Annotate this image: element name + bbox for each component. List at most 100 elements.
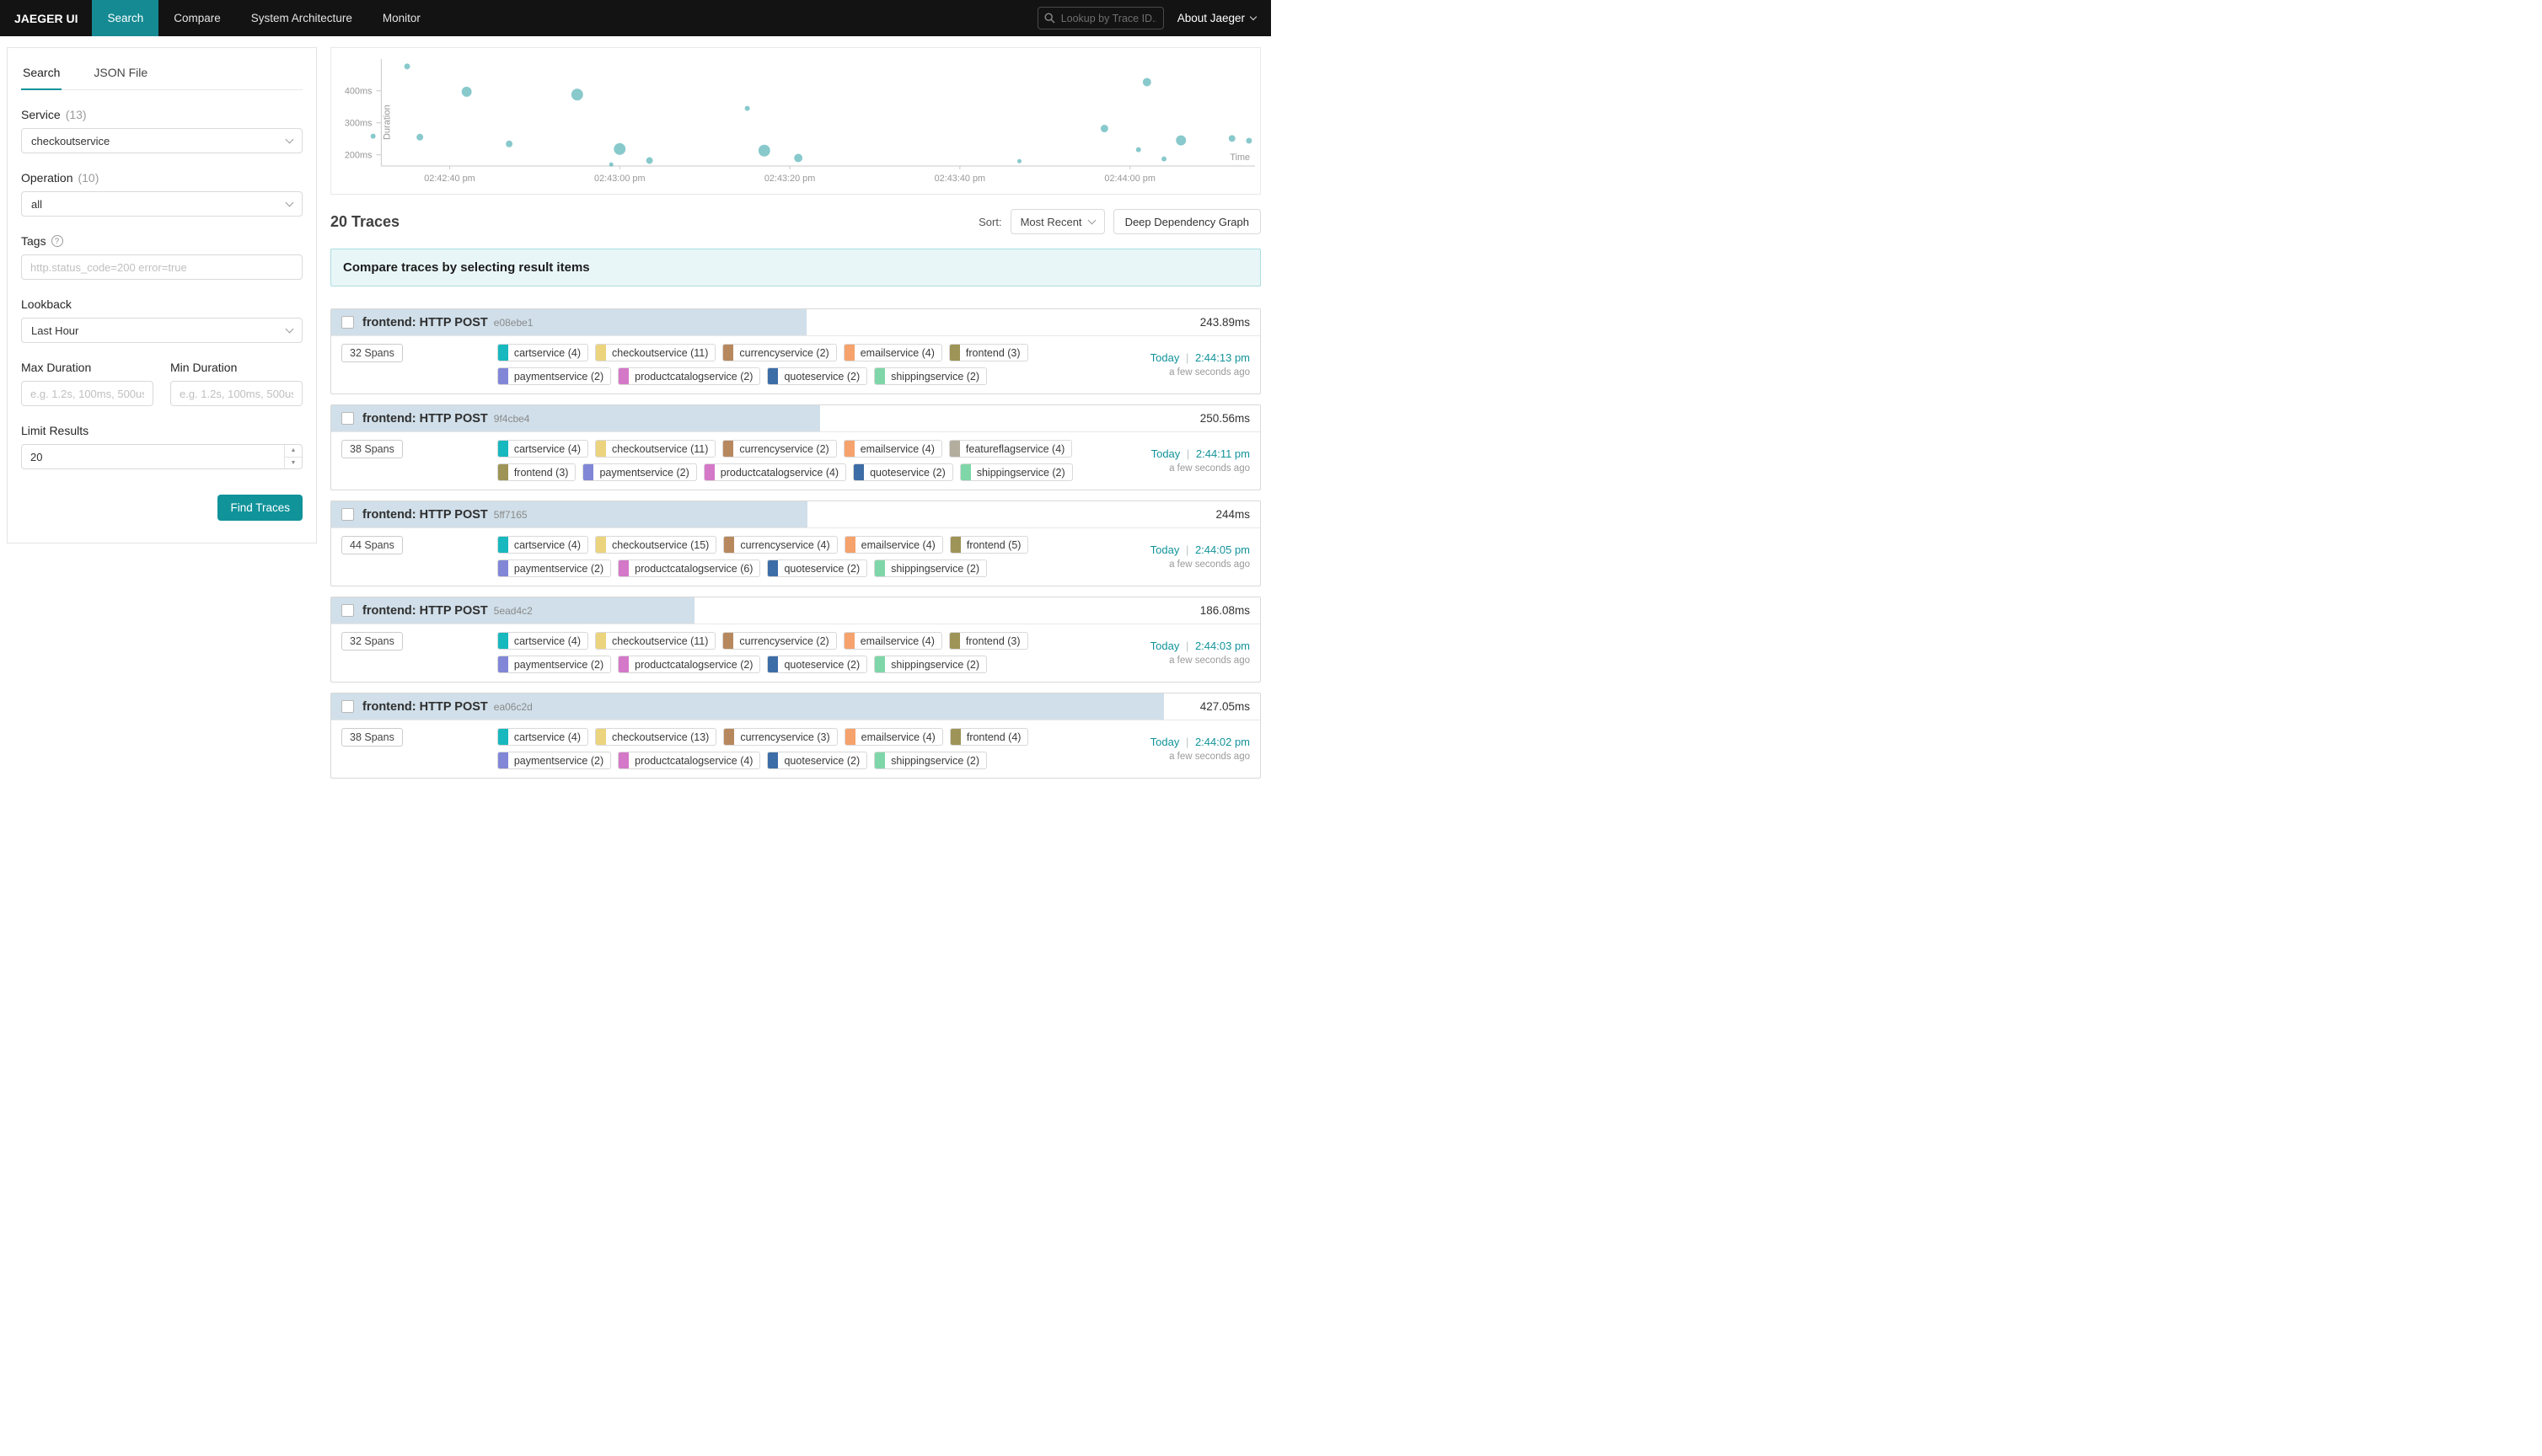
scatter-point[interactable] — [1161, 157, 1166, 162]
min-duration-input[interactable] — [170, 381, 303, 406]
service-chip-label: shippingservice (2) — [885, 368, 986, 384]
trace-title: frontend: HTTP POST — [362, 412, 488, 426]
scatter-point[interactable] — [609, 163, 614, 167]
service-select-value: checkoutservice — [31, 135, 110, 147]
limit-results-input[interactable] — [21, 444, 303, 469]
sort-label: Sort: — [979, 216, 1001, 228]
scatter-point[interactable] — [462, 87, 472, 97]
search-sidebar: Search JSON File Service (13) checkoutse… — [7, 47, 317, 543]
app-logo[interactable]: JAEGER UI — [0, 12, 92, 25]
trace-header: frontend: HTTP POST e08ebe1 243.89ms — [331, 309, 1260, 336]
duration-scatter-plot: 200ms300ms400ms02:42:40 pm02:43:00 pm02:… — [330, 47, 1261, 195]
tags-input[interactable] — [21, 254, 303, 280]
tab-search[interactable]: Search — [21, 60, 62, 90]
service-select[interactable]: checkoutservice — [21, 128, 303, 153]
operation-select[interactable]: all — [21, 191, 303, 217]
trace-card[interactable]: frontend: HTTP POST 5ead4c2 186.08ms 32 … — [330, 597, 1261, 682]
lookback-select[interactable]: Last Hour — [21, 318, 303, 343]
scatter-point[interactable] — [416, 134, 423, 141]
service-chip: quoteservice (2) — [767, 559, 867, 577]
service-color-swatch — [854, 464, 864, 480]
trace-when: Today | 2:44:02 pm a few seconds ago — [1150, 736, 1250, 762]
sort-select[interactable]: Most Recent — [1011, 209, 1105, 234]
service-color-swatch — [596, 633, 606, 649]
help-icon[interactable]: ? — [51, 235, 63, 247]
nav-item-monitor[interactable]: Monitor — [367, 0, 436, 36]
nav-item-system-architecture[interactable]: System Architecture — [236, 0, 367, 36]
deep-dependency-graph-button[interactable]: Deep Dependency Graph — [1113, 209, 1261, 234]
trace-body: 38 Spans cartservice (4)checkoutservice … — [331, 720, 1260, 778]
trace-body: 38 Spans cartservice (4)checkoutservice … — [331, 432, 1260, 490]
service-chip: productcatalogservice (2) — [618, 367, 760, 385]
service-chip: shippingservice (2) — [874, 656, 987, 673]
y-tick-label: 400ms — [345, 87, 373, 97]
trace-select-checkbox[interactable] — [341, 604, 354, 617]
trace-lookup-input[interactable] — [1038, 7, 1164, 29]
service-color-swatch — [498, 464, 508, 480]
trace-time: 2:44:11 pm — [1196, 447, 1250, 460]
trace-select-checkbox[interactable] — [341, 412, 354, 425]
service-color-swatch — [723, 633, 733, 649]
scatter-point[interactable] — [759, 145, 770, 157]
scatter-point[interactable] — [571, 88, 583, 100]
scatter-point[interactable] — [1143, 78, 1151, 86]
trace-relative-time: a few seconds ago — [1150, 656, 1250, 666]
trace-time: 2:44:02 pm — [1195, 736, 1250, 748]
service-chip-label: productcatalogservice (4) — [715, 464, 845, 480]
trace-select-checkbox[interactable] — [341, 700, 354, 713]
tab-json-file[interactable]: JSON File — [92, 60, 149, 90]
about-jaeger-menu[interactable]: About Jaeger — [1177, 12, 1256, 24]
trace-card[interactable]: frontend: HTTP POST e08ebe1 243.89ms 32 … — [330, 308, 1261, 394]
sidebar-tabs: Search JSON File — [21, 60, 303, 90]
find-traces-button[interactable]: Find Traces — [217, 495, 303, 521]
trace-time: 2:44:05 pm — [1195, 543, 1250, 556]
trace-header: frontend: HTTP POST 5ead4c2 186.08ms — [331, 597, 1260, 624]
trace-card[interactable]: frontend: HTTP POST 5ff7165 244ms 44 Spa… — [330, 500, 1261, 586]
stepper-down-icon[interactable]: ▼ — [285, 458, 302, 469]
x-tick-label: 02:42:40 pm — [424, 174, 475, 184]
service-chip: cartservice (4) — [497, 344, 588, 361]
service-chip: productcatalogservice (2) — [618, 656, 760, 673]
service-color-swatch — [845, 441, 855, 457]
scatter-point[interactable] — [371, 134, 376, 139]
trace-id: e08ebe1 — [494, 317, 534, 329]
chevron-down-icon — [286, 198, 294, 206]
service-color-swatch — [498, 752, 508, 768]
service-chip: productcatalogservice (4) — [704, 463, 846, 481]
service-chip: quoteservice (2) — [767, 752, 867, 769]
trace-lookup — [1038, 7, 1164, 29]
trace-select-checkbox[interactable] — [341, 508, 354, 521]
min-duration-label: Min Duration — [170, 361, 237, 374]
scatter-point[interactable] — [1176, 136, 1186, 146]
scatter-point[interactable] — [1136, 147, 1141, 153]
scatter-point[interactable] — [1101, 125, 1108, 132]
trace-body: 32 Spans cartservice (4)checkoutservice … — [331, 336, 1260, 393]
max-duration-input[interactable] — [21, 381, 153, 406]
service-chip-list: cartservice (4)checkoutservice (15)curre… — [497, 536, 1135, 577]
scatter-point[interactable] — [745, 106, 750, 111]
trace-card[interactable]: frontend: HTTP POST ea06c2d 427.05ms 38 … — [330, 693, 1261, 779]
nav-item-search[interactable]: Search — [92, 0, 158, 36]
scatter-point[interactable] — [1246, 137, 1252, 143]
scatter-point[interactable] — [646, 158, 653, 164]
service-color-swatch — [619, 560, 629, 576]
scatter-point[interactable] — [794, 154, 802, 163]
service-chip-label: emailservice (4) — [855, 345, 941, 361]
scatter-point[interactable] — [506, 141, 512, 147]
scatter-point[interactable] — [1229, 135, 1236, 142]
scatter-plot-svg[interactable]: 200ms300ms400ms02:42:40 pm02:43:00 pm02:… — [333, 52, 1258, 192]
nav-item-compare[interactable]: Compare — [158, 0, 236, 36]
stepper-up-icon[interactable]: ▲ — [285, 445, 302, 458]
trace-card[interactable]: frontend: HTTP POST 9f4cbe4 250.56ms 38 … — [330, 404, 1261, 490]
nav-right: About Jaeger — [1038, 7, 1271, 29]
service-chip: currencyservice (3) — [723, 728, 837, 746]
scatter-point[interactable] — [405, 63, 410, 69]
trace-select-checkbox[interactable] — [341, 316, 354, 329]
scatter-point[interactable] — [1017, 159, 1022, 163]
service-color-swatch — [583, 464, 593, 480]
service-chip: cartservice (4) — [497, 632, 588, 650]
service-chip: cartservice (4) — [497, 728, 588, 746]
top-nav: JAEGER UI Search Compare System Architec… — [0, 0, 1271, 36]
scatter-point[interactable] — [614, 143, 625, 155]
service-chip: paymentservice (2) — [497, 656, 611, 673]
